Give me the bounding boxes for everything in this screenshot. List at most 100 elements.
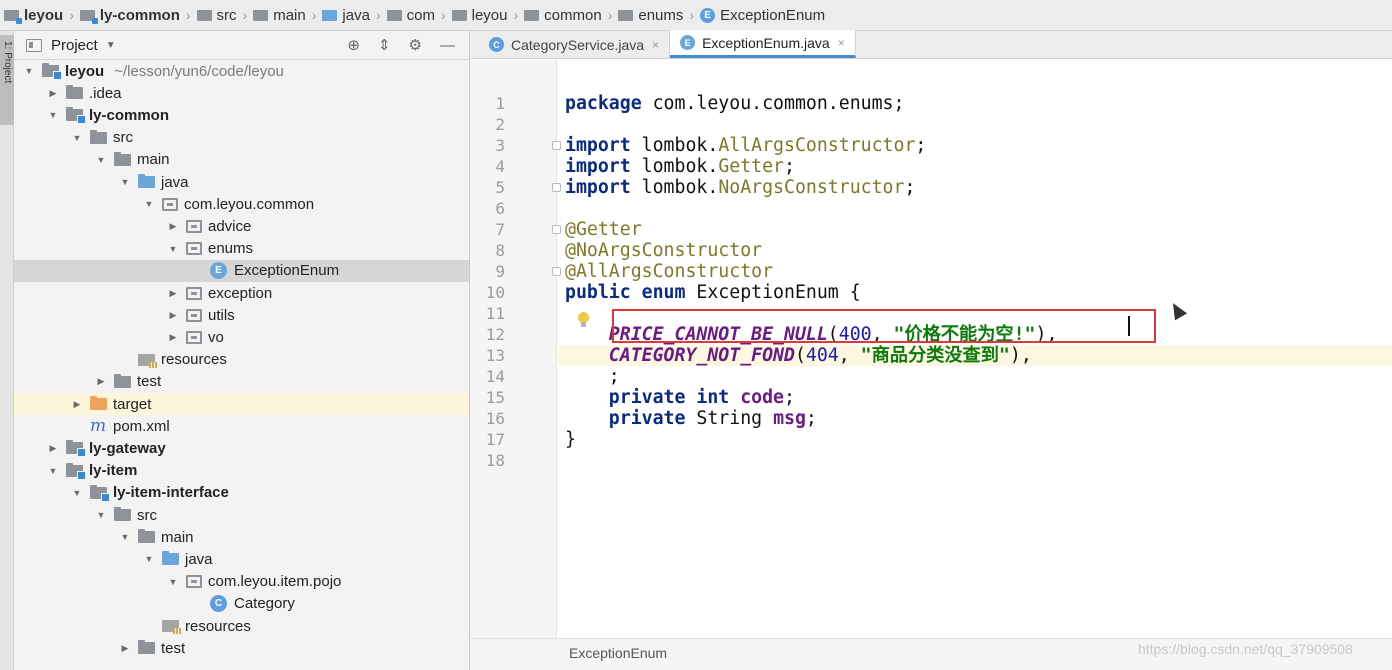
collapsed-arrow-icon[interactable]: ▶ bbox=[168, 332, 178, 343]
tree-node[interactable]: ▼ src bbox=[14, 127, 469, 149]
chevron-right-icon: › bbox=[69, 7, 74, 23]
tree-node[interactable]: ▼ main bbox=[14, 526, 469, 548]
tree-node[interactable]: C Category bbox=[14, 593, 469, 615]
tree-node-label: ly-gateway bbox=[89, 439, 166, 457]
tree-node[interactable]: ▶ target bbox=[14, 393, 469, 415]
collapsed-arrow-icon[interactable]: ▶ bbox=[168, 288, 178, 299]
tree-node-label: src bbox=[113, 129, 133, 147]
collapsed-arrow-icon[interactable]: ▶ bbox=[96, 376, 106, 387]
expanded-arrow-icon[interactable]: ▼ bbox=[96, 155, 106, 165]
tree-node[interactable]: ▶ test bbox=[14, 637, 469, 659]
tree-node[interactable]: ▼ ly-common bbox=[14, 104, 469, 126]
tree-node[interactable]: E ExceptionEnum bbox=[14, 259, 469, 282]
breadcrumb-item[interactable]: src › bbox=[196, 7, 247, 24]
code-line: package com.leyou.common.enums; bbox=[565, 93, 904, 114]
tree-node-label: vo bbox=[208, 328, 224, 346]
folder-icon bbox=[114, 151, 131, 166]
chevron-right-icon: › bbox=[440, 7, 446, 23]
code-line: CATEGORY_NOT_FOND(404, "商品分类没查到"), bbox=[565, 345, 1032, 366]
tree-node[interactable]: ▼ enums bbox=[14, 238, 469, 260]
breadcrumb-item[interactable]: ly-common › bbox=[79, 7, 191, 24]
code-area[interactable]: package com.leyou.common.enums; import lo… bbox=[558, 60, 1392, 638]
line-number: 15 bbox=[485, 388, 505, 407]
chevron-right-icon: › bbox=[513, 7, 519, 23]
tree-node[interactable]: ▶ test bbox=[14, 371, 469, 393]
tree-node[interactable]: ▼ ly-item-interface bbox=[14, 482, 469, 504]
tree-node[interactable]: ▼ java bbox=[14, 548, 469, 570]
editor-tab[interactable]: E ExceptionEnum.java × bbox=[670, 30, 856, 58]
collapsed-arrow-icon[interactable]: ▶ bbox=[48, 443, 58, 454]
collapsed-arrow-icon[interactable]: ▶ bbox=[72, 399, 82, 410]
expanded-arrow-icon[interactable]: ▼ bbox=[48, 110, 58, 120]
line-number: 2 bbox=[495, 115, 505, 134]
tree-node[interactable]: resources bbox=[14, 615, 469, 637]
tree-node[interactable]: ▶ advice bbox=[14, 215, 469, 237]
tree-node-label: resources bbox=[161, 351, 227, 369]
collapsed-arrow-icon[interactable]: ▶ bbox=[120, 643, 130, 654]
tree-node[interactable]: ▼ com.leyou.item.pojo bbox=[14, 571, 469, 593]
breadcrumb-item[interactable]: leyou › bbox=[4, 7, 74, 24]
collapse-all-icon[interactable]: ⇕ bbox=[378, 36, 391, 54]
close-icon[interactable]: × bbox=[838, 36, 845, 50]
expanded-arrow-icon[interactable]: ▼ bbox=[96, 510, 106, 520]
expanded-arrow-icon[interactable]: ▼ bbox=[120, 532, 130, 542]
breadcrumb-item[interactable]: E ExceptionEnum bbox=[700, 7, 825, 24]
source-folder-icon bbox=[322, 9, 338, 21]
gear-icon[interactable]: ⚙ bbox=[409, 36, 422, 54]
expanded-arrow-icon[interactable]: ▼ bbox=[24, 66, 34, 76]
breadcrumb-item[interactable]: main › bbox=[253, 7, 316, 24]
chevron-right-icon: › bbox=[689, 7, 695, 23]
tree-node[interactable]: ▶ exception bbox=[14, 282, 469, 304]
tree-node-label: main bbox=[137, 151, 170, 169]
collapsed-arrow-icon[interactable]: ▶ bbox=[168, 310, 178, 321]
breadcrumb-item[interactable]: common › bbox=[524, 7, 612, 24]
editor-tab[interactable]: C CategoryService.java × bbox=[479, 31, 671, 58]
lightbulb-icon[interactable] bbox=[575, 310, 591, 330]
code-token: @NoArgsConstructor bbox=[565, 240, 763, 261]
tree-node[interactable]: m pom.xml bbox=[14, 415, 469, 437]
expanded-arrow-icon[interactable]: ▼ bbox=[168, 577, 178, 587]
project-panel-title[interactable]: Project bbox=[51, 37, 98, 54]
tree-node-label: ly-common bbox=[89, 106, 170, 124]
close-icon[interactable]: × bbox=[652, 38, 659, 52]
tree-node[interactable]: resources bbox=[14, 349, 469, 371]
breadcrumb-item[interactable]: com › bbox=[386, 7, 446, 24]
editor-tab-label: CategoryService.java bbox=[511, 36, 645, 53]
expanded-arrow-icon[interactable]: ▼ bbox=[168, 244, 178, 254]
tree-node[interactable]: ▶ vo bbox=[14, 326, 469, 348]
tree-node[interactable]: ▼ src bbox=[14, 504, 469, 526]
breadcrumb-item[interactable]: enums › bbox=[618, 7, 694, 24]
expanded-arrow-icon[interactable]: ▼ bbox=[144, 554, 154, 564]
tree-node[interactable]: ▼ main bbox=[14, 149, 469, 171]
scroll-from-source-icon[interactable]: ⊕ bbox=[347, 36, 360, 54]
chevron-down-icon[interactable]: ▼ bbox=[106, 40, 116, 51]
expanded-arrow-icon[interactable]: ▼ bbox=[72, 133, 82, 143]
hide-panel-icon[interactable]: — bbox=[440, 37, 455, 54]
tree-node[interactable]: ▼ leyou ~/lesson/yun6/code/leyou bbox=[14, 60, 469, 82]
code-token: lombok. bbox=[641, 156, 719, 177]
expanded-arrow-icon[interactable]: ▼ bbox=[144, 199, 154, 209]
code-token: Getter bbox=[718, 156, 785, 177]
expanded-arrow-icon[interactable]: ▼ bbox=[72, 488, 82, 498]
breadcrumb-item[interactable]: leyou › bbox=[451, 6, 519, 24]
collapsed-arrow-icon[interactable]: ▶ bbox=[48, 88, 58, 99]
collapsed-arrow-icon[interactable]: ▶ bbox=[168, 221, 178, 232]
expanded-arrow-icon[interactable]: ▼ bbox=[48, 466, 58, 476]
tree-node[interactable]: ▼ java bbox=[14, 171, 469, 193]
expanded-arrow-icon[interactable]: ▼ bbox=[120, 177, 130, 187]
package-icon bbox=[186, 219, 202, 233]
tree-node[interactable]: ▶ .idea bbox=[14, 82, 469, 104]
package-icon bbox=[451, 9, 467, 21]
class-icon: C bbox=[210, 595, 227, 613]
source-folder-icon bbox=[138, 174, 155, 188]
tree-node[interactable]: ▶ ly-gateway bbox=[14, 437, 469, 459]
tree-node-label: advice bbox=[208, 217, 252, 235]
line-number: 18 bbox=[485, 451, 505, 470]
tree-node[interactable]: ▼ com.leyou.common bbox=[14, 193, 469, 215]
line-number-gutter: 1 2 3 4 5 6 7 8 9 10 11 12 13 14 15 16 17 18 bbox=[471, 60, 561, 638]
tree-node[interactable]: ▼ ly-item bbox=[14, 460, 469, 482]
breadcrumb-item[interactable]: java › bbox=[322, 7, 381, 24]
navigation-breadcrumb: leyou › ly-common › src › main › java › com › leyou ›… bbox=[0, 0, 1392, 31]
tree-node[interactable]: ▶ utils bbox=[14, 304, 469, 326]
breadcrumb-label: leyou bbox=[471, 6, 508, 24]
